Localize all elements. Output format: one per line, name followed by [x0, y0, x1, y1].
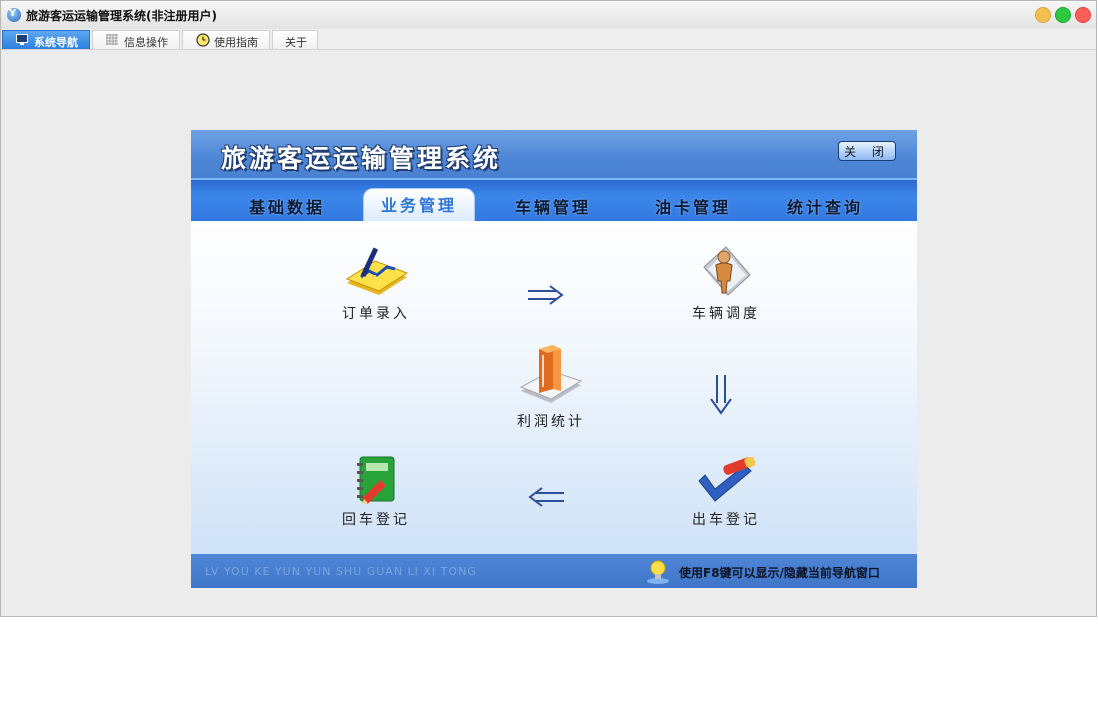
menu-stats-query[interactable]: 统计查询 — [787, 194, 863, 218]
tab-info-ops[interactable]: 信息操作 — [92, 30, 180, 49]
window-title: 旅游客运运输管理系统(非注册用户) — [26, 9, 217, 23]
f8-hint-text: 使用F8键可以显示/隐藏当前导航窗口 — [679, 566, 880, 580]
node-label: 车辆调度 — [692, 306, 760, 322]
node-vehicle-dispatch[interactable]: 车辆调度 — [686, 241, 766, 323]
node-departure-register[interactable]: 出车登记 — [686, 457, 766, 529]
menu-vehicle-mgmt[interactable]: 车辆管理 — [515, 194, 591, 218]
minimize-button[interactable] — [1035, 7, 1051, 23]
person-dispatch-icon — [703, 246, 751, 296]
arrow-down-icon — [710, 375, 732, 415]
window-close-button[interactable] — [1075, 7, 1091, 23]
clock-icon — [196, 33, 210, 47]
tab-label: 使用指南 — [214, 36, 258, 49]
tab-label: 信息操作 — [124, 36, 168, 49]
tab-user-guide[interactable]: 使用指南 — [182, 30, 270, 49]
tab-strip: 系统导航 信息操作 使用指南 关于 — [1, 29, 1096, 50]
node-order-entry[interactable]: 订单录入 — [336, 245, 416, 323]
workflow-area: 订单录入 车辆调度 利润统计 回车登记 出车登记 — [191, 221, 917, 554]
arrow-left-icon — [528, 487, 564, 507]
panel-close-button[interactable]: 关 闭 — [838, 141, 896, 161]
monitor-icon — [16, 34, 28, 45]
lightbulb-icon — [647, 560, 669, 584]
grid-icon — [106, 34, 118, 45]
panel-footer: LV YOU KE YUN YUN SHU GUAN LI XI TONG 使用… — [191, 554, 917, 588]
menu-fuelcard-mgmt[interactable]: 油卡管理 — [655, 194, 731, 218]
navigation-panel: 旅游客运运输管理系统 关 闭 基础数据 业务管理 车辆管理 油卡管理 统计查询 … — [191, 130, 917, 588]
tab-about[interactable]: 关于 — [272, 30, 318, 49]
module-menu-bar: 基础数据 业务管理 车辆管理 油卡管理 统计查询 — [191, 178, 917, 223]
maximize-button[interactable] — [1055, 7, 1071, 23]
tab-label: 关于 — [285, 36, 307, 49]
check-pen-icon — [698, 457, 756, 502]
node-label: 利润统计 — [517, 414, 585, 430]
order-pencil-icon — [345, 247, 409, 295]
notebook-pencil-icon — [357, 456, 395, 505]
node-label: 出车登记 — [692, 512, 760, 528]
tab-label: 系统导航 — [34, 36, 78, 49]
book-icon — [519, 345, 583, 403]
arrow-right-icon — [528, 285, 564, 305]
tab-system-nav[interactable]: 系统导航 — [2, 30, 90, 49]
node-label: 回车登记 — [342, 512, 410, 528]
menu-basic-data[interactable]: 基础数据 — [249, 194, 325, 218]
node-label: 订单录入 — [342, 306, 410, 322]
app-logo-icon: Y — [7, 8, 21, 22]
title-bar: Y 旅游客运运输管理系统(非注册用户) — [1, 1, 1096, 30]
menu-business-mgmt[interactable]: 业务管理 — [363, 188, 475, 223]
panel-title: 旅游客运运输管理系统 — [221, 144, 502, 173]
node-return-register[interactable]: 回车登记 — [336, 453, 416, 529]
pinyin-caption: LV YOU KE YUN YUN SHU GUAN LI XI TONG — [205, 565, 477, 578]
panel-header: 旅游客运运输管理系统 关 闭 — [191, 130, 917, 178]
node-profit-stats[interactable]: 利润统计 — [511, 341, 591, 431]
